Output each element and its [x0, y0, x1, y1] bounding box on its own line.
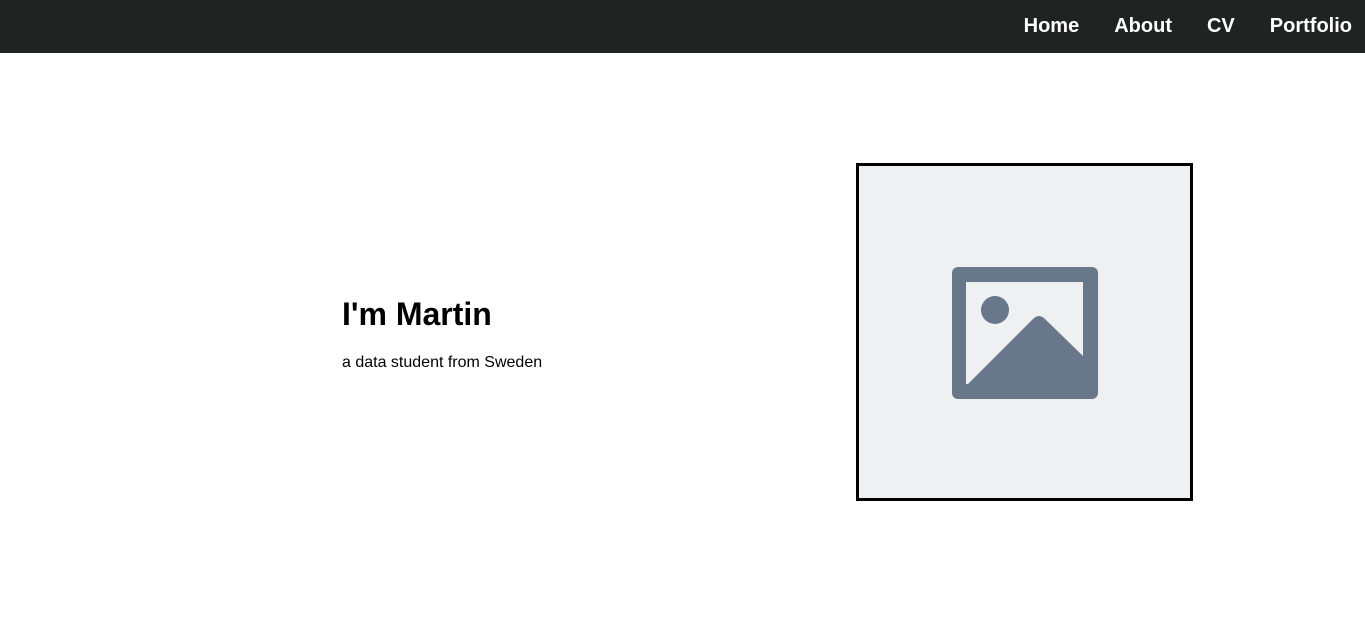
nav-menu: Home About CV Portfolio: [1024, 0, 1352, 53]
nav-link-cv[interactable]: CV: [1207, 15, 1235, 38]
profile-image-frame: [856, 163, 1193, 501]
hero-subtitle: a data student from Sweden: [342, 354, 543, 371]
hero-title: I'm Martin: [342, 296, 492, 332]
top-navbar: Home About CV Portfolio: [0, 0, 1365, 53]
nav-link-portfolio[interactable]: Portfolio: [1270, 15, 1352, 38]
nav-link-home[interactable]: Home: [1024, 15, 1080, 38]
nav-link-about[interactable]: About: [1114, 15, 1172, 38]
image-placeholder-icon: [952, 267, 1098, 399]
